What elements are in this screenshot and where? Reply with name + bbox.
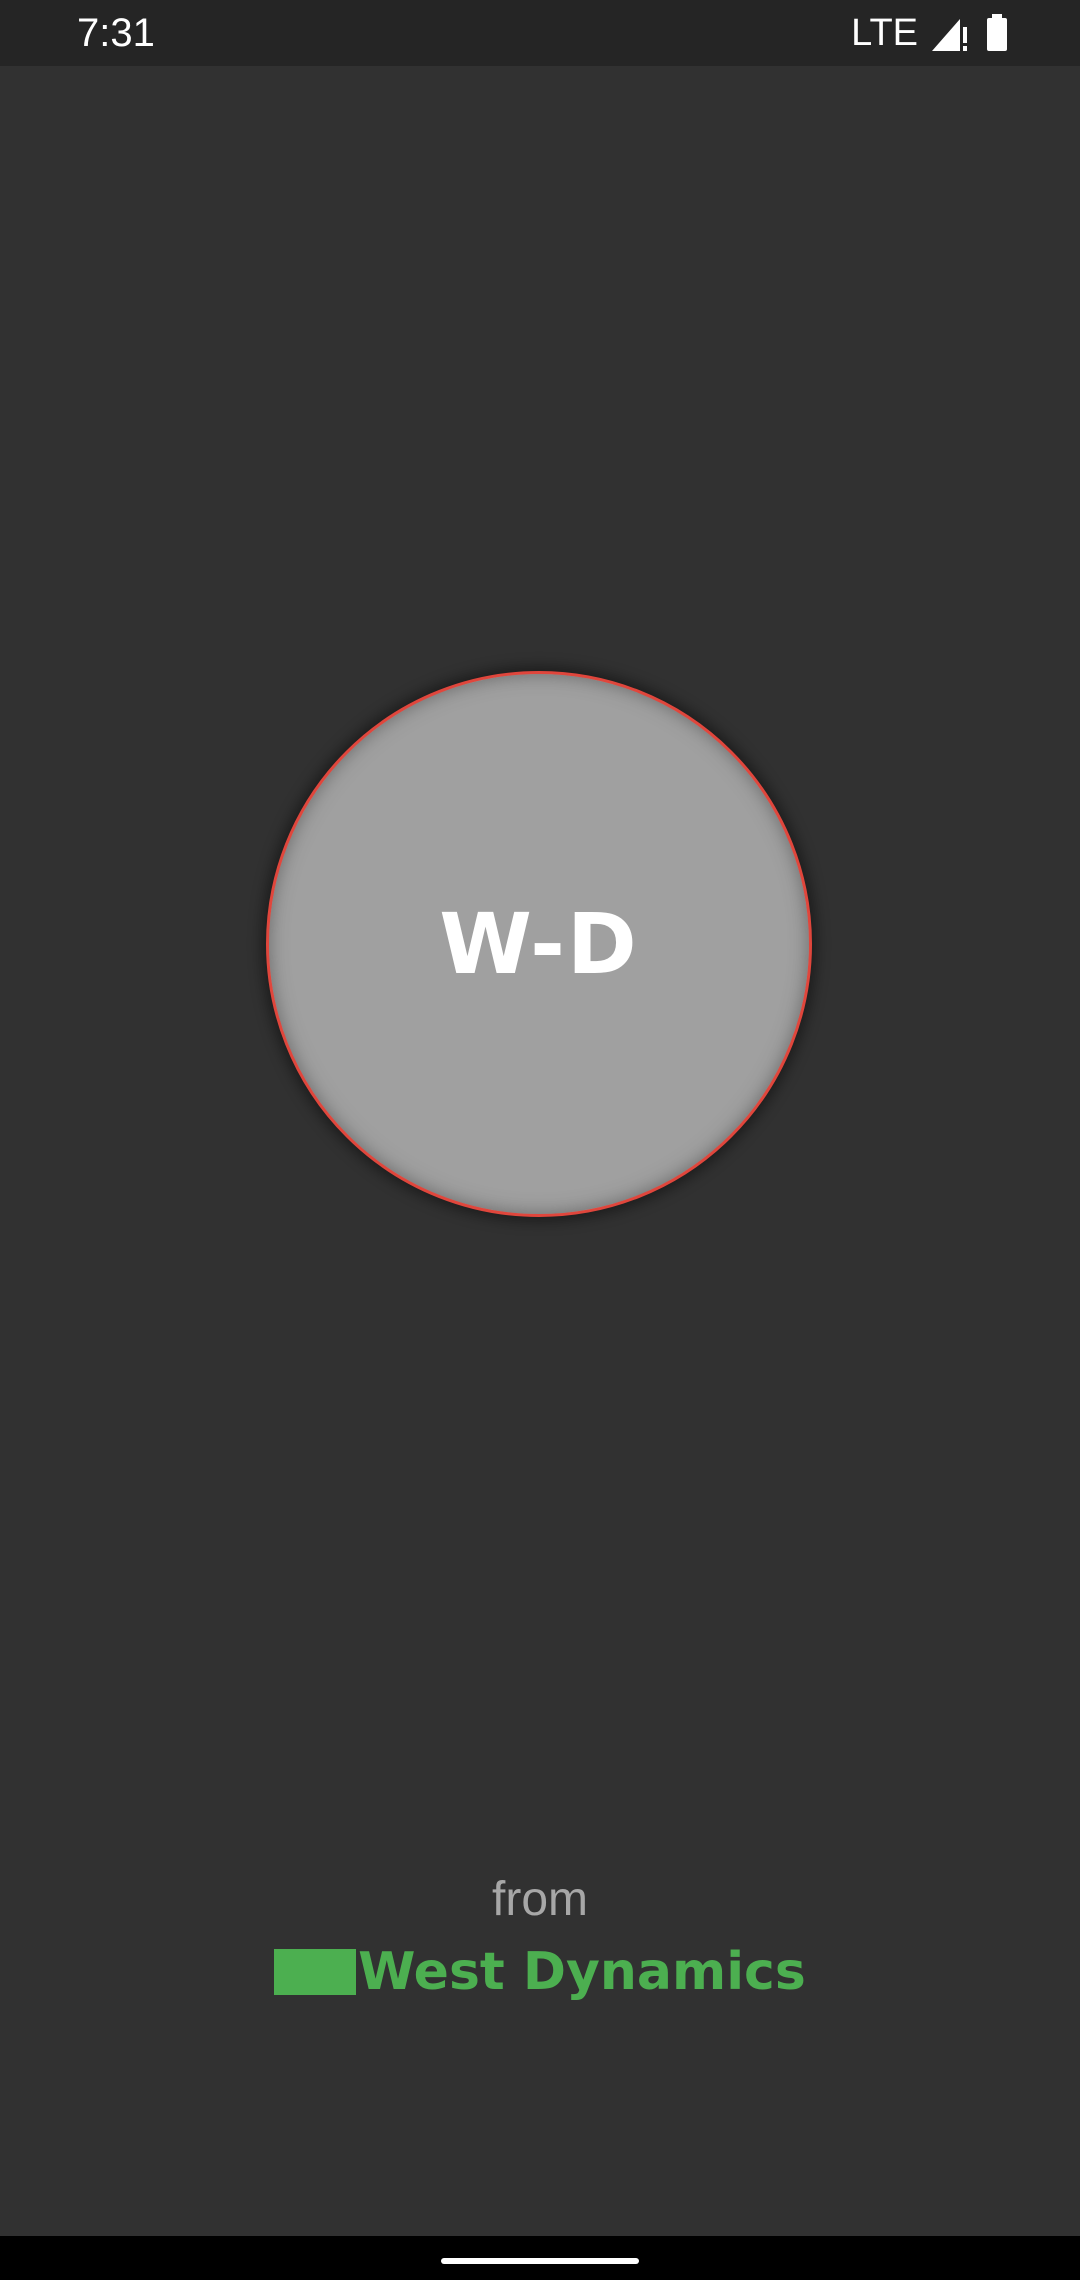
company-name: West Dynamics (358, 1942, 806, 2002)
status-icons: LTE (851, 10, 1008, 56)
navigation-bar (0, 2236, 1080, 2280)
home-gesture-handle[interactable] (441, 2258, 639, 2264)
app-logo: W-D (266, 671, 812, 1217)
logo-text: W-D (439, 895, 639, 993)
from-label: from (492, 1873, 588, 1926)
status-bar: 7:31 LTE (0, 0, 1080, 66)
company-branding: West Dynamics (0, 1942, 1080, 2002)
signal-icon (932, 19, 967, 51)
splash-screen: 7:31 LTE W-D from West Dynamics (0, 0, 1080, 2280)
network-type: LTE (851, 12, 918, 54)
battery-icon (987, 14, 1007, 51)
status-time: 7:31 (77, 11, 155, 55)
company-logo-icon (274, 1949, 357, 1995)
